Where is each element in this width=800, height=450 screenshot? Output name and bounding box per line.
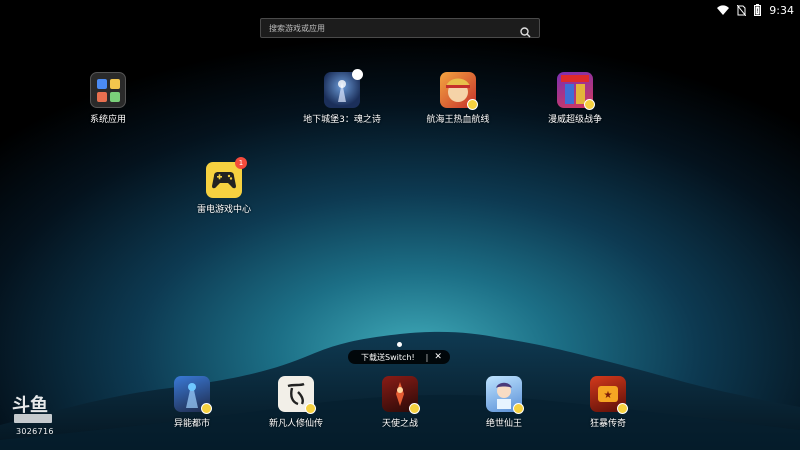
clock-time: 9:34	[769, 3, 794, 17]
svg-text:!: !	[757, 8, 759, 15]
search-icon[interactable]	[520, 23, 531, 42]
app-label: 地下城堡3：魂之诗	[303, 115, 381, 125]
app-dock-item[interactable]: 异能都市	[144, 376, 240, 429]
svg-text:斗鱼: 斗鱼	[12, 394, 48, 416]
folder-icon	[90, 72, 126, 108]
app-dock-item[interactable]: 绝世仙王	[456, 376, 552, 429]
app-search-bar[interactable]	[260, 18, 540, 38]
app-label: 绝世仙王	[485, 419, 522, 429]
page-indicator-dot[interactable]	[397, 342, 402, 347]
close-icon[interactable]: ✕	[434, 352, 442, 362]
app-label: 漫威超级战争	[547, 115, 602, 125]
wifi-icon	[717, 5, 730, 15]
status-bar: ! 9:34	[717, 2, 794, 18]
search-input[interactable]	[261, 19, 519, 37]
app-label: 系统应用	[89, 115, 126, 125]
room-id: 3026716	[16, 427, 54, 436]
app-label: 雷电游戏中心	[196, 205, 251, 215]
app-dock-item[interactable]: ★ 狂暴传奇	[560, 376, 656, 429]
game-center-badge-icon	[201, 403, 212, 414]
battery-icon: !	[754, 4, 762, 16]
promo-separator: |	[425, 352, 429, 362]
app-label: 狂暴传奇	[589, 419, 626, 429]
game-center-badge-icon	[467, 99, 478, 110]
game-center-badge-icon	[617, 403, 628, 414]
app-label: 航海王热血航线	[426, 115, 490, 125]
app-dock-item[interactable]: 天使之战	[352, 376, 448, 429]
app-one-piece[interactable]: 航海王热血航线	[410, 72, 506, 125]
app-dock-item[interactable]: 新凡人修仙传	[248, 376, 344, 429]
notification-badge: 1	[235, 157, 247, 169]
svg-text:★: ★	[604, 390, 613, 401]
app-label: 天使之战	[381, 419, 418, 429]
promo-text[interactable]: 下载送Switch!	[361, 352, 415, 363]
no-sim-icon	[737, 4, 747, 16]
promo-banner[interactable]: 下载送Switch! | ✕	[348, 350, 450, 364]
game-center-badge-icon	[305, 403, 316, 414]
download-badge-icon	[352, 69, 363, 80]
app-marvel-super-war[interactable]: 漫威超级战争	[527, 72, 623, 125]
game-center-badge-icon	[513, 403, 524, 414]
app-system-apps-folder[interactable]: 系统应用	[60, 72, 156, 125]
app-label: 异能都市	[173, 419, 210, 429]
app-label: 新凡人修仙传	[268, 419, 323, 429]
douyu-watermark-logo: 斗鱼	[10, 393, 56, 431]
game-center-badge-icon	[409, 403, 420, 414]
app-leidian-game-center[interactable]: 1 雷电游戏中心	[176, 157, 272, 215]
game-center-badge-icon	[584, 99, 595, 110]
app-dungeon-castle-3[interactable]: 地下城堡3：魂之诗	[294, 69, 390, 125]
